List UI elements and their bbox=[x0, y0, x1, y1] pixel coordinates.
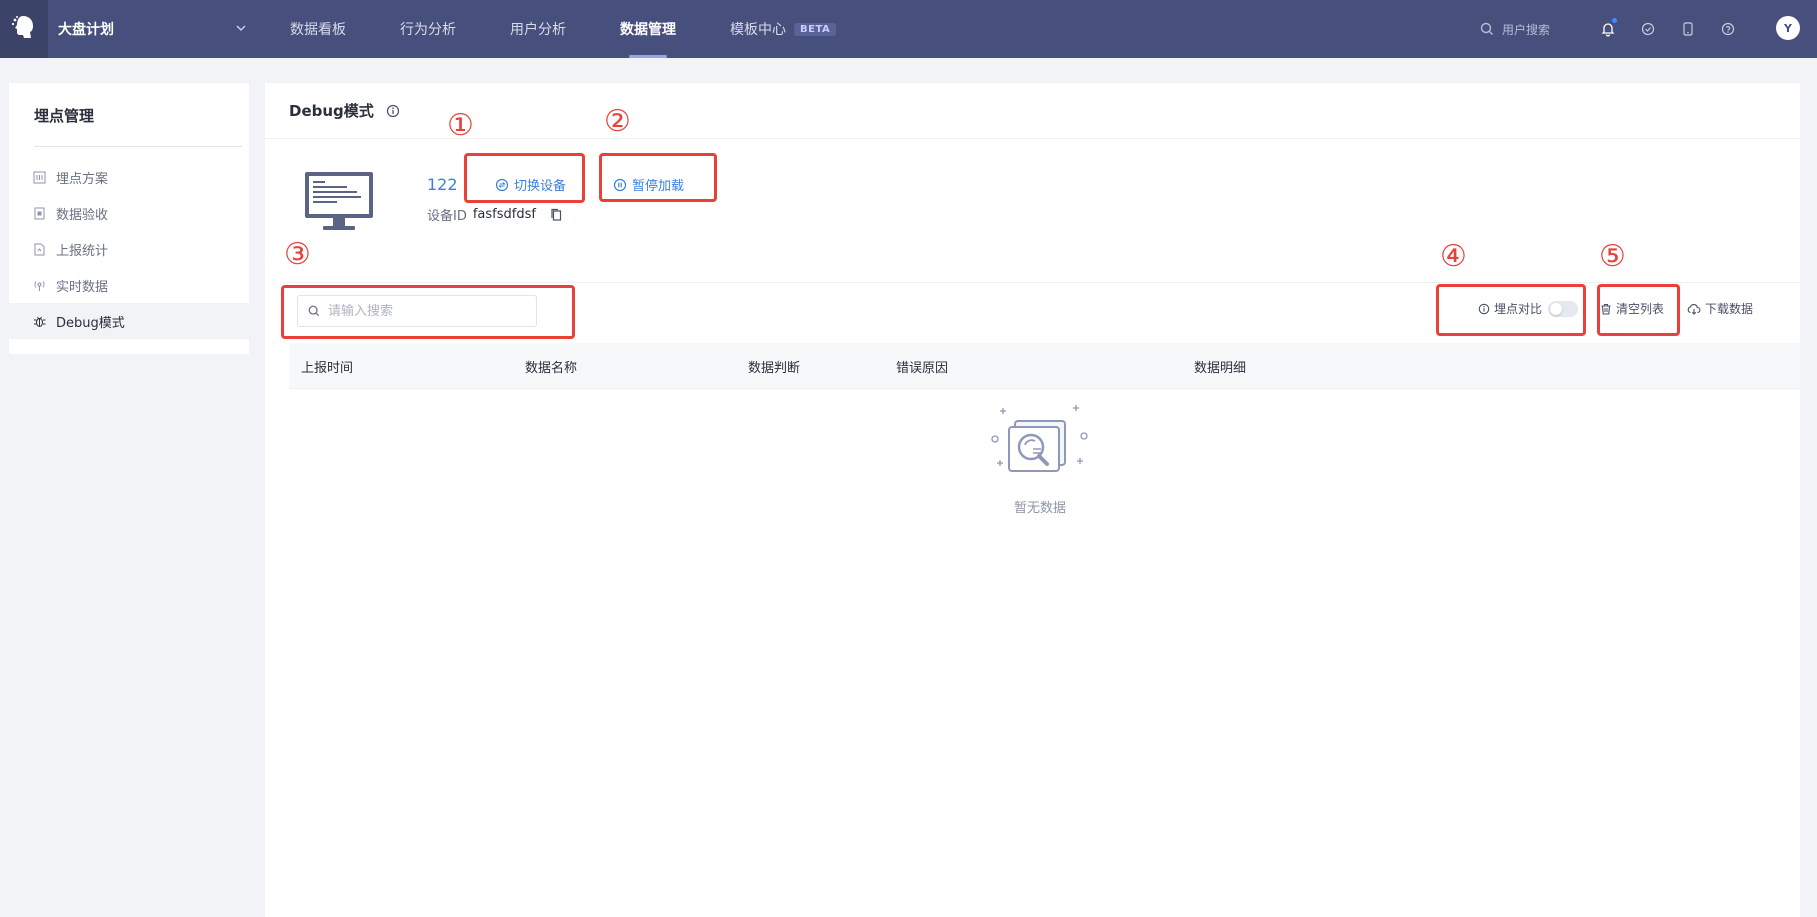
nav-dashboard[interactable]: 数据看板 bbox=[263, 0, 373, 58]
device-button[interactable] bbox=[1676, 17, 1700, 41]
sidebar-item-label: 上报统计 bbox=[56, 243, 109, 259]
empty-text: 暂无数据 bbox=[1013, 501, 1066, 516]
tablet-icon bbox=[1683, 22, 1693, 36]
nav-label: 数据管理 bbox=[620, 22, 676, 38]
nav-label: 模板中心 bbox=[730, 22, 786, 38]
bell-icon bbox=[1601, 23, 1615, 37]
nav-template-center[interactable]: 模板中心 BETA bbox=[703, 0, 863, 58]
bug-icon bbox=[34, 316, 46, 327]
download-data-label: 下载数据 bbox=[1705, 302, 1754, 316]
main-nav: 数据看板 行为分析 用户分析 数据管理 模板中心 BETA bbox=[263, 0, 863, 58]
main-header: Debug模式 bbox=[265, 83, 1800, 139]
report-icon bbox=[34, 243, 45, 255]
annotation-number-2: ② bbox=[604, 104, 631, 139]
sidebar-item-label: Debug模式 bbox=[56, 315, 125, 331]
user-search-placeholder: 用户搜索 bbox=[1502, 22, 1551, 37]
avatar[interactable]: Y bbox=[1776, 16, 1800, 40]
app-logo[interactable] bbox=[0, 0, 48, 58]
nav-user-analysis[interactable]: 用户分析 bbox=[483, 0, 593, 58]
sidebar: 埋点管理 埋点方案 数据验收 上报统计 实时数据 Debug模式 bbox=[9, 83, 249, 354]
annotation-box-3 bbox=[281, 285, 575, 339]
check-circle-icon bbox=[1641, 22, 1655, 36]
chevron-down-icon bbox=[236, 25, 246, 32]
annotation-number-1: ① bbox=[447, 108, 474, 143]
sidebar-item-scheme[interactable]: 埋点方案 bbox=[9, 159, 249, 195]
nav-label: 行为分析 bbox=[400, 22, 456, 38]
project-selector[interactable]: 大盘计划 bbox=[58, 0, 248, 58]
sidebar-divider bbox=[34, 146, 242, 147]
annotation-box-1 bbox=[464, 153, 585, 203]
column-header[interactable]: 错误原因 bbox=[896, 343, 948, 389]
table-header: 上报时间 数据名称 数据判断 错误原因 数据明细 bbox=[289, 343, 1800, 389]
device-id-label: 设备ID bbox=[427, 209, 467, 224]
sidebar-item-label: 数据验收 bbox=[56, 207, 109, 223]
check-doc-icon bbox=[34, 207, 45, 219]
device-id-value: fasfsdfdsf bbox=[472, 207, 536, 222]
sidebar-title: 埋点管理 bbox=[34, 107, 95, 125]
scheme-icon bbox=[33, 171, 46, 183]
nav-data-management[interactable]: 数据管理 bbox=[593, 0, 703, 58]
copy-icon[interactable] bbox=[550, 208, 563, 222]
broadcast-icon bbox=[34, 280, 45, 291]
annotation-number-4: ④ bbox=[1440, 239, 1467, 274]
main-panel: Debug模式 122 切换设备 暂停加载 设备ID fasfsdfdsf 埋点… bbox=[265, 83, 1800, 917]
empty-state: 暂无数据 bbox=[980, 405, 1100, 516]
top-bar: 大盘计划 数据看板 行为分析 用户分析 数据管理 模板中心 BETA 用户搜索 Y bbox=[0, 0, 1817, 58]
annotation-box-5 bbox=[1597, 284, 1680, 336]
head-logo-icon bbox=[11, 16, 33, 38]
empty-search-icon bbox=[991, 405, 1088, 472]
column-header[interactable]: 数据名称 bbox=[525, 343, 577, 389]
sidebar-item-label: 实时数据 bbox=[56, 279, 109, 295]
help-button[interactable] bbox=[1716, 17, 1740, 41]
nav-label: 数据看板 bbox=[290, 22, 346, 38]
beta-badge: BETA bbox=[794, 22, 837, 36]
column-header[interactable]: 上报时间 bbox=[301, 343, 353, 389]
tasks-button[interactable] bbox=[1636, 17, 1660, 41]
column-header[interactable]: 数据判断 bbox=[748, 343, 800, 389]
sidebar-item-acceptance[interactable]: 数据验收 bbox=[9, 195, 249, 231]
sidebar-item-debug[interactable]: Debug模式 bbox=[9, 303, 249, 339]
info-icon[interactable] bbox=[386, 104, 400, 118]
annotation-box-2 bbox=[599, 153, 717, 202]
device-number: 122 bbox=[427, 175, 458, 194]
nav-label: 用户分析 bbox=[510, 22, 566, 38]
project-name: 大盘计划 bbox=[58, 22, 114, 38]
annotation-number-3: ③ bbox=[284, 237, 311, 272]
download-data-button[interactable]: 下载数据 bbox=[1687, 300, 1753, 317]
user-search[interactable]: 用户搜索 bbox=[1480, 0, 1550, 58]
top-icons bbox=[1596, 17, 1740, 41]
sidebar-item-report-stats[interactable]: 上报统计 bbox=[9, 231, 249, 267]
page-title: Debug模式 bbox=[289, 102, 374, 120]
notification-dot bbox=[1612, 18, 1617, 23]
annotation-box-4 bbox=[1436, 284, 1586, 336]
nav-behavior-analysis[interactable]: 行为分析 bbox=[373, 0, 483, 58]
sidebar-item-label: 埋点方案 bbox=[56, 171, 109, 187]
search-icon bbox=[1480, 22, 1493, 35]
annotation-number-5: ⑤ bbox=[1599, 239, 1626, 274]
section-divider bbox=[289, 282, 1800, 283]
column-header[interactable]: 数据明细 bbox=[1194, 343, 1246, 389]
monitor-icon bbox=[305, 172, 373, 230]
notification-button[interactable] bbox=[1596, 17, 1620, 41]
help-icon bbox=[1721, 22, 1735, 36]
cloud-download-icon bbox=[1687, 303, 1701, 315]
sidebar-item-realtime[interactable]: 实时数据 bbox=[9, 267, 249, 303]
sidebar-list: 埋点方案 数据验收 上报统计 实时数据 Debug模式 bbox=[9, 159, 249, 339]
device-id-row: 设备ID fasfsdfdsf bbox=[427, 205, 563, 224]
